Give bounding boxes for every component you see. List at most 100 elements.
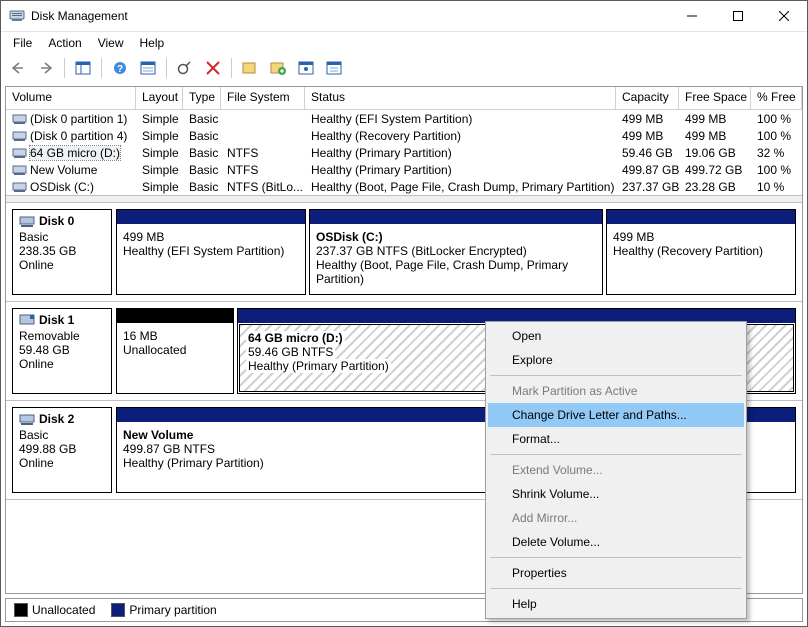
menu-help[interactable]: Help [132, 34, 173, 52]
partition-status: Healthy (Primary Partition) [246, 359, 391, 373]
partition[interactable]: 499 MBHealthy (Recovery Partition) [606, 209, 796, 295]
ctx-separator [490, 375, 742, 376]
menu-file[interactable]: File [5, 34, 40, 52]
maximize-button[interactable] [715, 1, 761, 31]
ctx-delete-volume[interactable]: Delete Volume... [488, 530, 744, 554]
back-button[interactable] [5, 55, 31, 81]
create-vhd-button[interactable] [237, 55, 263, 81]
ctx-shrink-volume[interactable]: Shrink Volume... [488, 482, 744, 506]
disk-type: Basic [19, 428, 105, 442]
disk-icon [19, 214, 35, 228]
disk-size: 59.48 GB [19, 343, 105, 357]
partition-status: Healthy (Boot, Page File, Crash Dump, Pr… [316, 258, 596, 286]
disk-name: Disk 1 [39, 313, 74, 327]
disk-info[interactable]: Disk 1 Removable 59.48 GB Online [12, 308, 112, 394]
partition-size: 499 MB [123, 230, 299, 244]
partition-name: 64 GB micro (D:) [248, 331, 343, 345]
ctx-separator [490, 588, 742, 589]
partition-status: Unallocated [123, 343, 227, 357]
ctx-change-drive-letter[interactable]: Change Drive Letter and Paths... [488, 403, 744, 427]
volume-row[interactable]: OSDisk (C:)SimpleBasicNTFS (BitLo...Heal… [6, 178, 802, 195]
partition-size: 16 MB [123, 329, 227, 343]
ctx-mark-active: Mark Partition as Active [488, 379, 744, 403]
help-button[interactable]: ? [107, 55, 133, 81]
col-capacity[interactable]: Capacity [616, 87, 679, 109]
ctx-explore[interactable]: Explore [488, 348, 744, 372]
ctx-properties[interactable]: Properties [488, 561, 744, 585]
ctx-format[interactable]: Format... [488, 427, 744, 451]
col-filesystem[interactable]: File System [221, 87, 305, 109]
partition-unallocated[interactable]: 16 MBUnallocated [116, 308, 234, 394]
toolbar-separator [231, 58, 232, 78]
col-volume[interactable]: Volume [6, 87, 136, 109]
toolbar: ? [1, 54, 807, 82]
volume-icon [12, 113, 28, 125]
refresh-button[interactable] [172, 55, 198, 81]
action-list-button[interactable] [135, 55, 161, 81]
disk-management-icon [9, 8, 25, 24]
ctx-help[interactable]: Help [488, 592, 744, 616]
disk-size: 499.88 GB [19, 442, 105, 456]
ctx-extend-volume: Extend Volume... [488, 458, 744, 482]
ctx-separator [490, 454, 742, 455]
volume-row[interactable]: (Disk 0 partition 1)SimpleBasicHealthy (… [6, 110, 802, 127]
disk-info[interactable]: Disk 2 Basic 499.88 GB Online [12, 407, 112, 493]
partition-status: Healthy (EFI System Partition) [123, 244, 299, 258]
properties-button[interactable] [321, 55, 347, 81]
disk-type: Basic [19, 230, 105, 244]
volume-row[interactable]: 64 GB micro (D:)SimpleBasicNTFSHealthy (… [6, 144, 802, 161]
col-status[interactable]: Status [305, 87, 616, 109]
col-layout[interactable]: Layout [136, 87, 183, 109]
disk-name: Disk 0 [39, 214, 74, 228]
ctx-separator [490, 557, 742, 558]
menu-view[interactable]: View [90, 34, 132, 52]
disk-name: Disk 2 [39, 412, 74, 426]
minimize-button[interactable] [669, 1, 715, 31]
removable-disk-icon [19, 313, 35, 327]
volume-icon [12, 181, 28, 193]
toolbar-separator [64, 58, 65, 78]
toolbar-separator [101, 58, 102, 78]
partition-size: 237.37 GB NTFS (BitLocker Encrypted) [316, 244, 596, 258]
partition-size: 59.46 GB NTFS [246, 345, 335, 359]
disk-icon [19, 412, 35, 426]
disk-state: Online [19, 258, 105, 272]
menu-action[interactable]: Action [40, 34, 89, 52]
legend-unallocated: Unallocated [14, 603, 95, 618]
settings-button[interactable] [293, 55, 319, 81]
window-title: Disk Management [31, 9, 669, 23]
volume-list-header: Volume Layout Type File System Status Ca… [6, 87, 802, 110]
context-menu: Open Explore Mark Partition as Active Ch… [485, 321, 747, 619]
volume-icon [12, 147, 28, 159]
partition[interactable]: 499 MBHealthy (EFI System Partition) [116, 209, 306, 295]
partition-name: New Volume [123, 428, 193, 442]
volume-row[interactable]: New VolumeSimpleBasicNTFSHealthy (Primar… [6, 161, 802, 178]
delete-button[interactable] [200, 55, 226, 81]
disk-state: Online [19, 456, 105, 470]
col-percent-free[interactable]: % Free [751, 87, 802, 109]
forward-button[interactable] [33, 55, 59, 81]
volume-icon [12, 164, 28, 176]
toolbar-separator [166, 58, 167, 78]
splitter[interactable] [6, 195, 802, 203]
volume-list[interactable]: (Disk 0 partition 1)SimpleBasicHealthy (… [6, 110, 802, 195]
disk-size: 238.35 GB [19, 244, 105, 258]
close-button[interactable] [761, 1, 807, 31]
attach-vhd-button[interactable] [265, 55, 291, 81]
col-free-space[interactable]: Free Space [679, 87, 751, 109]
partition[interactable]: OSDisk (C:)237.37 GB NTFS (BitLocker Enc… [309, 209, 603, 295]
disk-info[interactable]: Disk 0 Basic 238.35 GB Online [12, 209, 112, 295]
ctx-open[interactable]: Open [488, 324, 744, 348]
partition-size: 499 MB [613, 230, 789, 244]
partition-name: OSDisk (C:) [316, 230, 383, 244]
svg-text:?: ? [117, 64, 123, 75]
menubar: File Action View Help [1, 32, 807, 54]
volume-icon [12, 130, 28, 142]
col-type[interactable]: Type [183, 87, 221, 109]
partition-status: Healthy (Recovery Partition) [613, 244, 789, 258]
disk-row-0: Disk 0 Basic 238.35 GB Online 499 MBHeal… [6, 203, 802, 302]
ctx-add-mirror: Add Mirror... [488, 506, 744, 530]
show-hide-console-tree-button[interactable] [70, 55, 96, 81]
volume-row[interactable]: (Disk 0 partition 4)SimpleBasicHealthy (… [6, 127, 802, 144]
disk-type: Removable [19, 329, 105, 343]
